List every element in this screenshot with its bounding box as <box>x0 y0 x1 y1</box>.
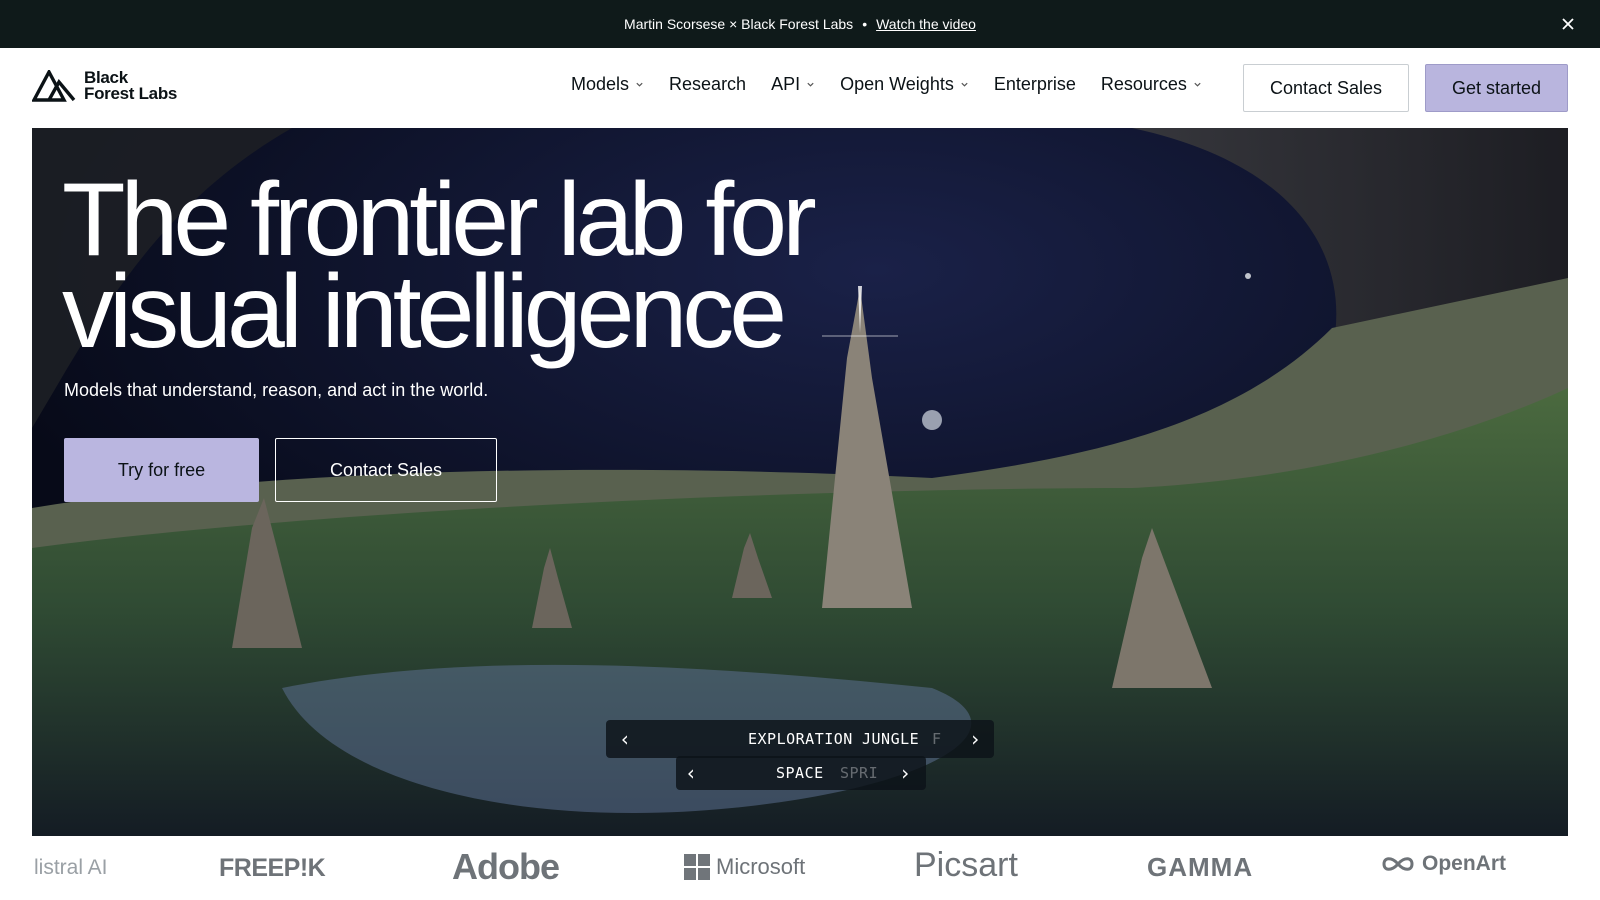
hero-title: The frontier lab for visual intelligence <box>62 162 817 370</box>
microsoft-logo-icon <box>684 854 710 880</box>
nav-item-resources[interactable]: Resources <box>1101 74 1202 95</box>
partner-logo-microsoft-label: Microsoft <box>716 854 806 879</box>
hero-title-line2: visual intelligence <box>62 254 787 370</box>
nav-item-label: Open Weights <box>840 74 954 94</box>
carousel-tag[interactable]: SPACE <box>776 756 824 790</box>
nav-item-models[interactable]: Models <box>571 74 644 95</box>
hero-contact-sales-button[interactable]: Contact Sales <box>275 438 497 502</box>
chevron-down-icon <box>1194 82 1201 87</box>
announcement-bar: Martin Scorsese × Black Forest Labs • Wa… <box>0 0 1600 48</box>
partner-logo-openart: OpenArt <box>1380 852 1506 876</box>
chevron-left-icon[interactable]: ‹ <box>610 720 640 758</box>
chevron-left-icon[interactable]: ‹ <box>676 756 706 790</box>
nav-item-label: Research <box>669 74 747 94</box>
partner-logo-mistral: listral AI <box>34 856 108 879</box>
carousel-tag[interactable]: EXPLORATION <box>748 720 853 758</box>
logo-icon <box>32 70 76 102</box>
contact-sales-button[interactable]: Contact Sales <box>1243 64 1409 112</box>
brand-line2: Forest Labs <box>84 84 178 103</box>
nav-item-label: Resources <box>1100 74 1187 94</box>
hero-subtitle: Models that understand, reason, and act … <box>64 380 489 400</box>
chevron-right-icon[interactable]: › <box>960 720 990 758</box>
hero-title-line1: The frontier lab for <box>62 162 817 278</box>
chevron-right-icon[interactable]: › <box>890 756 920 790</box>
nav-item-enterprise[interactable]: Enterprise <box>994 74 1076 95</box>
carousel-tag[interactable]: SPRI <box>840 756 878 790</box>
nav-item-open-weights[interactable]: Open Weights <box>840 74 969 95</box>
brand-name: Black Forest Labs <box>84 69 178 103</box>
nav-item-label: Enterprise <box>993 74 1076 94</box>
partner-logo-picsart: Picsart <box>914 846 1018 884</box>
partner-logo-adobe: Adobe <box>452 846 560 887</box>
hero-section: The frontier lab for visual intelligence… <box>32 128 1568 836</box>
prompt-carousel-secondary: ‹ SPACE SPRI › <box>676 756 926 790</box>
chevron-down-icon <box>636 82 643 87</box>
main-menu: Models Research API Open Weights Enterpr… <box>571 74 1227 95</box>
chevron-down-icon <box>961 82 968 87</box>
prompt-carousel-primary: ‹ EXPLORATION JUNGLE F › <box>606 720 994 758</box>
announcement-separator: • <box>862 16 868 32</box>
partner-logo-gamma: GAMMA <box>1147 852 1254 882</box>
announcement-text: Martin Scorsese × Black Forest Labs <box>624 16 854 32</box>
watch-video-link[interactable]: Watch the video <box>876 16 976 32</box>
nav-item-label: API <box>771 74 801 94</box>
top-navigation: Black Forest Labs Models Research API Op… <box>0 48 1600 128</box>
nav-item-research[interactable]: Research <box>669 74 746 95</box>
carousel-tag[interactable]: F <box>932 720 942 758</box>
nav-item-api[interactable]: API <box>771 74 815 95</box>
partner-logo-microsoft: Microsoft <box>684 854 805 880</box>
partner-logos-strip: listral AI FREEP!K Adobe Microsoft Picsa… <box>0 836 1600 900</box>
chevron-down-icon <box>807 82 814 87</box>
partner-logo-freepik: FREEP!K <box>219 854 326 882</box>
brand-logo[interactable]: Black Forest Labs <box>32 69 178 103</box>
carousel-tag[interactable]: JUNGLE <box>862 720 919 758</box>
partner-logo-openart-label: OpenArt <box>1422 852 1506 875</box>
try-for-free-button[interactable]: Try for free <box>64 438 259 502</box>
close-icon[interactable] <box>1558 14 1578 34</box>
nav-item-label: Models <box>571 74 630 94</box>
get-started-button[interactable]: Get started <box>1425 64 1568 112</box>
openart-logo-icon <box>1382 857 1414 871</box>
